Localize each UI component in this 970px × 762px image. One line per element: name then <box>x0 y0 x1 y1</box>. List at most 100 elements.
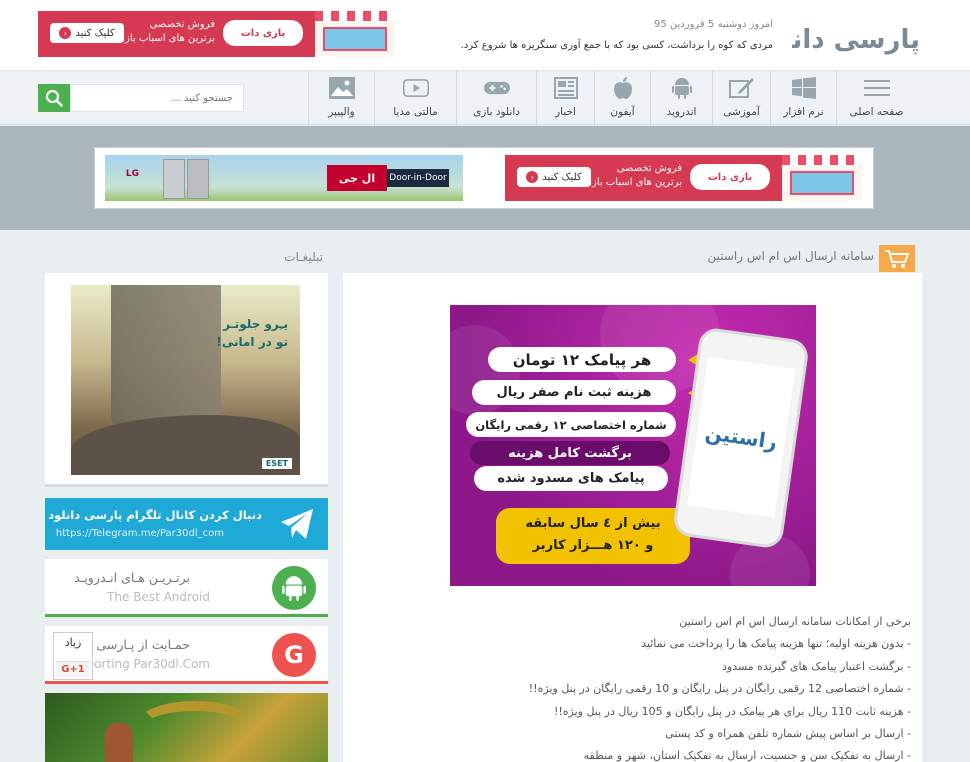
toy-ad[interactable]: بازی دات فروش تخصصی برترین های اسباب باز… <box>505 155 862 201</box>
gplus-button[interactable]: G+1 <box>56 661 90 677</box>
eset-logo: ESET <box>261 458 292 469</box>
ad-text: فروش تخصصی برترین های اسباب بازی <box>117 18 215 46</box>
top-header: پارسی دانلود امروز دوشنبه 5 فروردین 95 م… <box>0 0 970 70</box>
chevron-left-icon: ‹ <box>59 27 72 39</box>
body-line: - شماره اختصاصی 12 رقمی رایگان در پنل را… <box>528 682 911 696</box>
nav-item-education[interactable]: آموزشی <box>712 71 770 126</box>
lg-refrigerator-ad[interactable]: LG ال جی Door-in-Door <box>105 155 463 201</box>
gamepad-icon <box>483 76 510 100</box>
promo-line-5: پیامک های مسدود شده <box>474 466 668 491</box>
body-line: - ارسال به تفکیک سن و جنسیت، ارسال به تف… <box>583 749 911 762</box>
nav-item-games[interactable]: دانلود بازی <box>456 71 536 126</box>
current-date: امروز دوشنبه 5 فروردین 95 <box>653 19 773 30</box>
image-icon <box>328 76 355 100</box>
site-logo[interactable]: پارسی دانلود <box>752 18 922 58</box>
shop-illustration <box>315 11 395 57</box>
best-android-card[interactable]: برتـریـن هـای انـدرویـد The Best Android <box>45 559 328 617</box>
banner-strip: LG ال جی Door-in-Door بازی دات فروش تخصص… <box>0 126 970 230</box>
jungle-book-ad[interactable] <box>45 693 328 762</box>
promo-line-6: بیش از ٤ سال سابقه <box>525 516 661 531</box>
top-toy-ad[interactable]: بازی دات فروش تخصصی برترین های اسباب باز… <box>38 11 395 57</box>
ad-line-1: فروش تخصصی <box>616 163 682 174</box>
post-body: برخی از امکانات سامانه ارسال اس ام اس را… <box>351 611 911 762</box>
promo-line-2: هزینه ثبت نام صفر ریال <box>472 380 698 405</box>
body-line: برخی از امکانات سامانه ارسال اس ام اس را… <box>679 615 911 628</box>
android-icon <box>272 566 316 610</box>
nav-label: آیفون <box>610 106 635 118</box>
search-icon <box>45 89 63 107</box>
sidebar-title: تبلیغـات <box>284 250 323 264</box>
google-icon: G <box>272 633 316 677</box>
cart-icon <box>879 245 915 272</box>
eset-tagline-1: یـِرو جلوتـر <box>223 317 288 331</box>
card-subtitle: The Best Android <box>107 590 210 604</box>
body-line: - بدون هزینه اولیه؛ تنها هزینه پیامک ها … <box>641 637 911 651</box>
ad-click-button[interactable]: کلیک کنید ‹ <box>50 23 124 43</box>
ad-text: فروش تخصصی برترین های اسباب بازی <box>584 162 682 190</box>
telegram-channel-card[interactable]: دنبال کردن کانال تلگرام پارسی دانلود htt… <box>45 498 328 550</box>
nav-item-iphone[interactable]: آیفون <box>594 71 650 126</box>
chevron-left-icon: ‹ <box>526 171 539 183</box>
ad-line-1: فروش تخصصی <box>149 19 215 30</box>
lg-slogan: Door-in-Door <box>387 169 449 187</box>
nav-item-multimedia[interactable]: مالتی مدیا <box>374 71 456 126</box>
promo-line-3: شماره اختصاصی ۱۲ رقمی رایگان <box>466 412 698 437</box>
nav-item-software[interactable]: نرم افزار <box>770 71 836 126</box>
nav-label: صفحه اصلی <box>849 106 904 118</box>
telegram-link[interactable]: https://Telegram.me/Par30dl_com <box>56 528 224 539</box>
promo-line-4: برگشت کامل هزینه <box>470 441 670 465</box>
body-line: - هزینه ثابت 110 ریال برای هر پیامک در پ… <box>553 704 911 718</box>
logo-text: پارسی دانلود <box>792 25 920 55</box>
search-input[interactable] <box>70 84 244 112</box>
ad-line-2: برترین های اسباب بازی <box>584 177 682 188</box>
toy-brand-logo: بازی دات <box>223 20 303 46</box>
sms-promo-image[interactable]: هر پیامک ۱۲ تومان هزینه ثبت نام صفر ریال… <box>450 305 816 586</box>
fridge-image <box>163 159 185 199</box>
nav-item-wallpaper[interactable]: والپیپر <box>308 71 374 126</box>
nav-item-home[interactable]: صفحه اصلی <box>836 71 916 126</box>
ad-line-2: برترین های اسباب بازی <box>117 33 215 44</box>
ad-button-label: کلیک کنید <box>542 171 582 183</box>
eset-ad-image: یـِرو جلوتـر تو در امانی! ESET <box>71 285 300 475</box>
gplus-count: زیاد <box>64 636 82 649</box>
nav-label: والپیپر <box>328 106 355 118</box>
nav-label: دانلود بازی <box>473 106 520 118</box>
promo-line-7: و ۱۲۰ هـــزار کاربر <box>532 538 654 553</box>
promo-highlight: بیش از ٤ سال سابقه و ۱۲۰ هـــزار کاربر <box>496 508 690 564</box>
eset-ad[interactable]: یـِرو جلوتـر تو در امانی! ESET <box>45 273 328 487</box>
logo-graphic: پارسی دانلود <box>752 25 920 55</box>
search-button[interactable] <box>38 84 70 112</box>
body-line: - ارسال بر اساس پیش شماره تلفن همراه و ک… <box>665 727 911 741</box>
nav-label: اخبار <box>555 106 576 118</box>
nav-item-news[interactable]: اخبار <box>536 71 594 126</box>
eset-tagline-2: تو در امانی! <box>216 335 288 349</box>
promo-line-1: هر پیامک ۱۲ تومان <box>488 347 698 372</box>
windows-icon <box>791 76 817 100</box>
phone-logo: راستین <box>703 420 779 454</box>
edit-icon <box>728 76 755 100</box>
android-icon <box>669 76 695 100</box>
nav-item-android[interactable]: اندروید <box>650 71 712 126</box>
nav-label: آموزشی <box>723 106 760 118</box>
menu-icon <box>863 76 890 100</box>
fridge-image <box>187 159 209 199</box>
ad-button-label: کلیک کنید <box>75 27 115 39</box>
post-title[interactable]: سامانه ارسال اس ام اس راستین <box>708 249 875 263</box>
news-icon <box>553 76 579 100</box>
lg-logo: LG <box>125 169 139 179</box>
boy-image <box>105 723 133 762</box>
nav-label: مالتی مدیا <box>393 106 438 118</box>
shop-illustration <box>782 155 862 201</box>
telegram-icon <box>280 508 314 540</box>
card-title: برتـریـن هـای انـدرویـد <box>74 570 190 585</box>
toy-brand-logo: بازی دات <box>690 164 770 190</box>
nav-label: اندروید <box>666 106 697 118</box>
snake-image <box>135 701 255 751</box>
apple-icon <box>610 76 636 100</box>
gplus-widget[interactable]: زیاد G+1 <box>53 632 93 680</box>
lg-brand: ال جی <box>327 165 387 191</box>
telegram-title: دنبال کردن کانال تلگرام پارسی دانلود <box>48 508 262 522</box>
ad-click-button[interactable]: کلیک کنید ‹ <box>517 167 591 187</box>
nav-label: نرم افزار <box>783 106 824 118</box>
support-card[interactable]: G حمـایت از پـارسی دانـلود Supporting Pa… <box>45 626 328 684</box>
